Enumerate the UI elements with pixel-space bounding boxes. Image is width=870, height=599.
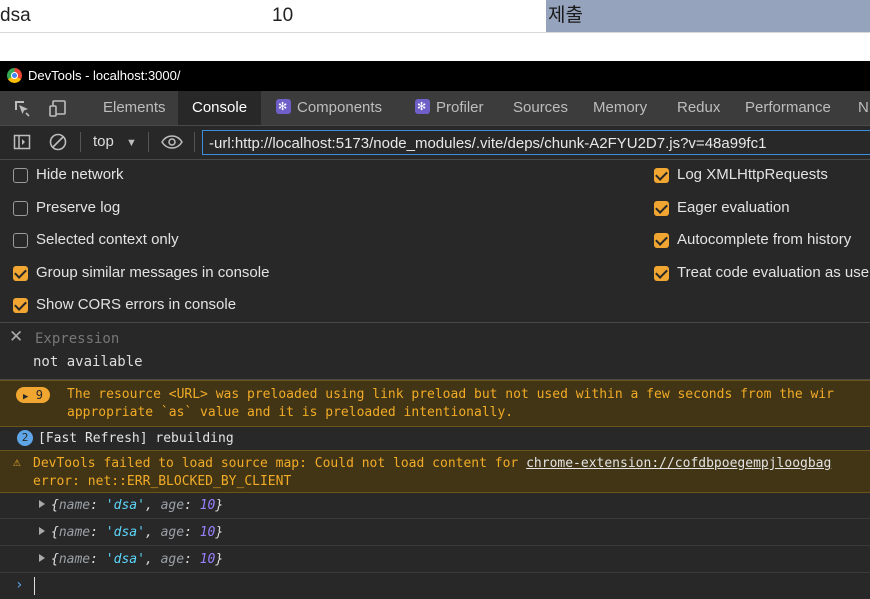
submit-button[interactable]: 제출	[546, 0, 870, 32]
devtools-window: DevTools - localhost:3000/ Elements Cons…	[0, 61, 870, 599]
console-settings-panel: Hide network Preserve log Selected conte…	[0, 160, 870, 323]
expand-triangle-icon[interactable]	[39, 500, 45, 508]
warning-line-1: DevTools failed to load source map: Coul…	[33, 456, 831, 471]
warning-text: DevTools failed to load source map: Coul…	[33, 456, 527, 471]
object-name-value: dsa	[113, 498, 138, 513]
expression-value: not available	[33, 354, 143, 370]
name-cell: dsa	[0, 5, 31, 26]
badge-count: 9	[35, 388, 43, 402]
tab-elements[interactable]: Elements	[88, 91, 181, 125]
console-warning-preload: ▶ 9 The resource <URL> was preloaded usi…	[0, 380, 870, 427]
console-log-object[interactable]: {name: 'dsa', age: 10}	[0, 546, 870, 573]
object-name-value: dsa	[113, 552, 138, 567]
tab-components[interactable]: Components	[276, 90, 383, 125]
checkbox[interactable]	[13, 298, 28, 313]
warning-line-2: error: net::ERR_BLOCKED_BY_CLIENT	[33, 474, 292, 489]
context-select-value: top	[93, 133, 114, 150]
setting-label: Hide network	[36, 166, 124, 183]
close-icon[interactable]: ✕	[9, 328, 23, 346]
chrome-logo-icon	[7, 68, 22, 83]
device-toolbar-icon[interactable]	[48, 98, 68, 118]
console-warning-source-map: ⚠ DevTools failed to load source map: Co…	[0, 450, 870, 493]
tab-components-label: Components	[297, 99, 383, 116]
expand-arrow-icon: ▶	[23, 392, 29, 402]
checkbox[interactable]	[13, 201, 28, 216]
tab-console[interactable]: Console	[178, 91, 262, 125]
live-expression: ✕ Expression not available	[0, 323, 870, 380]
console-prompt[interactable]: ›	[0, 573, 870, 599]
console-info-fast-refresh: 2 [Fast Refresh] rebuilding	[0, 426, 870, 451]
setting-label: Log XMLHttpRequests	[677, 166, 828, 183]
window-title: DevTools - localhost:3000/	[28, 68, 181, 83]
dropdown-arrow-icon: ▼	[126, 137, 137, 149]
console-log-object[interactable]: {name: 'dsa', age: 10}	[0, 519, 870, 546]
source-map-link[interactable]: chrome-extension://cofdbpoegempjloogbag	[526, 456, 831, 471]
sidebar-toggle-icon[interactable]	[12, 132, 32, 152]
tab-profiler[interactable]: Profiler	[415, 90, 484, 125]
expression-placeholder[interactable]: Expression	[35, 331, 119, 347]
toolbar-divider	[80, 132, 81, 152]
inspect-element-icon[interactable]	[12, 98, 32, 118]
react-icon	[276, 90, 291, 124]
object-preview: {name: 'dsa', age: 10}	[39, 498, 223, 513]
live-expression-eye-icon[interactable]	[160, 132, 184, 152]
warning-line-2: appropriate `as` value and it is preload…	[67, 405, 514, 420]
setting-label: Group similar messages in console	[36, 264, 270, 281]
prompt-caret	[34, 577, 35, 595]
setting-label: Show CORS errors in console	[36, 296, 237, 313]
react-icon	[415, 90, 430, 124]
prompt-chevron-icon: ›	[15, 577, 24, 593]
expand-triangle-icon[interactable]	[39, 554, 45, 562]
devtools-titlebar: DevTools - localhost:3000/	[0, 61, 870, 91]
warning-line-1: The resource <URL> was preloaded using l…	[67, 387, 835, 402]
context-select[interactable]: top ▼	[93, 133, 137, 150]
age-cell: 10	[272, 5, 294, 26]
setting-label: Preserve log	[36, 199, 121, 216]
tab-memory[interactable]: Memory	[593, 91, 647, 125]
checkbox[interactable]	[654, 201, 669, 216]
info-text: [Fast Refresh] rebuilding	[38, 431, 234, 446]
setting-label: Eager evaluation	[677, 199, 790, 216]
object-age-value: 10	[199, 525, 216, 540]
expand-triangle-icon[interactable]	[39, 527, 45, 535]
checkbox[interactable]	[13, 168, 28, 183]
form-row: dsa 10 제출	[0, 0, 870, 33]
tab-redux[interactable]: Redux	[677, 91, 720, 125]
setting-label: Autocomplete from history	[677, 231, 852, 248]
checkbox[interactable]	[13, 266, 28, 281]
devtools-tabbar: Elements Console Components Profiler Sou…	[0, 90, 870, 126]
object-preview: {name: 'dsa', age: 10}	[39, 525, 223, 540]
warning-icon: ⚠	[13, 455, 21, 470]
object-age-value: 10	[199, 552, 216, 567]
clear-console-icon[interactable]	[48, 132, 68, 152]
object-age-value: 10	[199, 498, 216, 513]
checkbox[interactable]	[13, 233, 28, 248]
toolbar-divider	[148, 132, 149, 152]
object-preview: {name: 'dsa', age: 10}	[39, 552, 223, 567]
object-name-value: dsa	[113, 525, 138, 540]
filter-input[interactable]: -url:http://localhost:5173/node_modules/…	[202, 130, 870, 155]
repeat-count-badge[interactable]: ▶ 9	[16, 387, 50, 403]
checkbox[interactable]	[654, 233, 669, 248]
tab-profiler-label: Profiler	[436, 99, 484, 116]
tab-network-truncated[interactable]: N	[858, 91, 869, 125]
console-log-object[interactable]: {name: 'dsa', age: 10}	[0, 492, 870, 519]
checkbox[interactable]	[654, 168, 669, 183]
toolbar-divider	[194, 132, 195, 152]
console-toolbar: top ▼ -url:http://localhost:5173/node_mo…	[0, 126, 870, 160]
setting-label: Treat code evaluation as user	[677, 264, 870, 281]
checkbox[interactable]	[654, 266, 669, 281]
repeat-count-badge[interactable]: 2	[17, 430, 33, 446]
tab-sources[interactable]: Sources	[513, 91, 568, 125]
tab-performance[interactable]: Performance	[745, 91, 831, 125]
setting-label: Selected context only	[36, 231, 179, 248]
